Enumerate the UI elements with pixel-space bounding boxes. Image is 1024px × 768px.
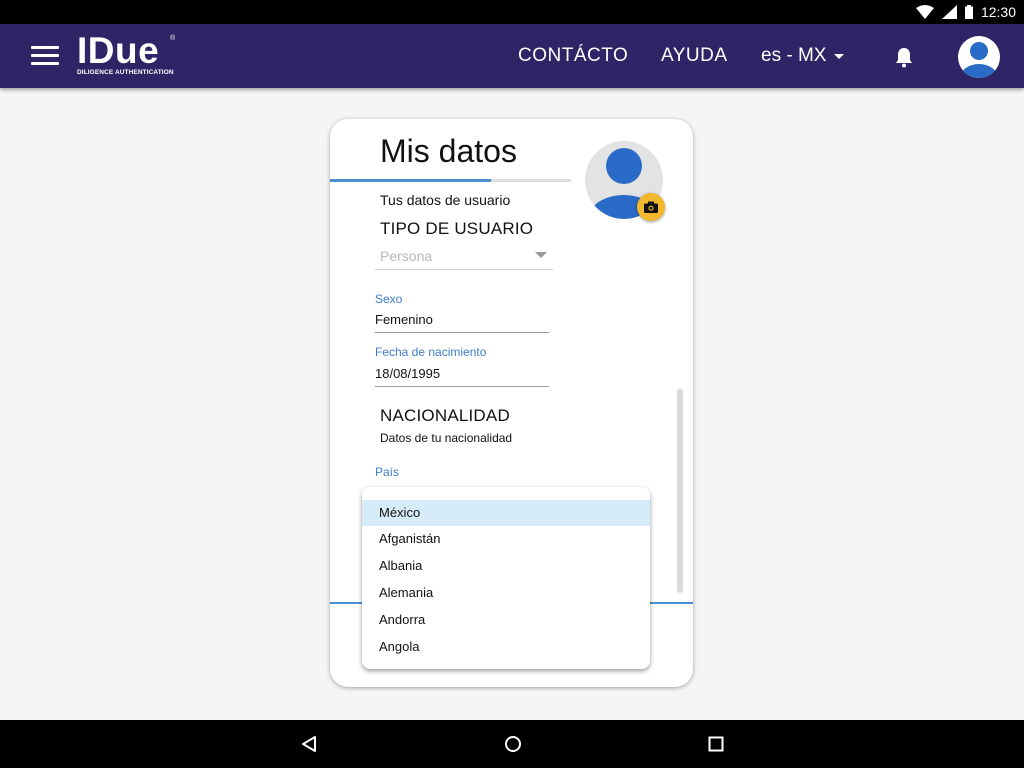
section-divider-left [330, 602, 362, 604]
status-icons: 12:30 [915, 0, 1016, 24]
app-bar: IDue ® DILIGENCE AUTHENTICATION CONTÁCTO… [0, 24, 1024, 88]
back-icon[interactable] [297, 732, 321, 756]
chevron-down-icon [834, 53, 845, 59]
camera-button[interactable] [637, 193, 665, 221]
page-title: Mis datos [380, 133, 517, 169]
status-time: 12:30 [980, 4, 1016, 20]
user-type-select[interactable]: Persona [375, 244, 553, 270]
user-avatar-icon[interactable] [958, 36, 1000, 78]
home-icon[interactable] [501, 732, 525, 756]
sex-label: Sexo [375, 292, 403, 306]
logo-name: IDue [77, 30, 160, 71]
help-link[interactable]: AYUDA [661, 24, 728, 88]
progress-bar [330, 179, 571, 182]
progress-fill [330, 179, 492, 182]
signal-icon [941, 5, 957, 19]
user-type-title: TIPO DE USUARIO [380, 219, 534, 238]
language-label: es - MX [761, 45, 827, 66]
card-subtitle: Tus datos de usuario [380, 192, 511, 208]
contact-link[interactable]: CONTÁCTO [518, 24, 628, 88]
country-option[interactable]: Albania [362, 553, 650, 579]
idue-logo[interactable]: IDue ® DILIGENCE AUTHENTICATION [77, 30, 176, 77]
battery-icon [964, 5, 973, 19]
camera-icon [644, 201, 658, 213]
country-option[interactable]: Alemania [362, 580, 650, 606]
language-selector[interactable]: es - MX [761, 24, 845, 88]
birthdate-label: Fecha de nacimiento [375, 345, 487, 359]
wifi-icon [915, 5, 934, 19]
status-bar: 12:30 [0, 0, 1024, 24]
menu-icon[interactable] [31, 46, 59, 66]
sex-field[interactable]: Femenino [375, 312, 549, 333]
nationality-title: NACIONALIDAD [380, 406, 510, 425]
country-option[interactable]: Angola [362, 634, 650, 660]
country-option[interactable]: Afganistán [362, 526, 650, 552]
section-divider-right [650, 602, 693, 604]
chevron-down-icon [535, 252, 547, 258]
country-label: País [375, 465, 400, 479]
logo-registered-mark: ® [170, 35, 176, 42]
country-option[interactable]: Andorra [362, 607, 650, 633]
logo-tagline: DILIGENCE AUTHENTICATION [77, 69, 174, 76]
user-type-placeholder: Persona [380, 248, 433, 264]
country-option[interactable]: México [362, 500, 650, 526]
birthdate-field[interactable]: 18/08/1995 [375, 366, 549, 387]
nationality-subtitle: Datos de tu nacionalidad [380, 431, 513, 445]
bell-icon[interactable] [893, 46, 915, 68]
system-nav-bar [0, 720, 1024, 768]
scrollbar[interactable] [677, 389, 683, 593]
recents-icon[interactable] [704, 732, 728, 756]
country-dropdown[interactable]: México Afganistán Albania Alemania Andor… [362, 487, 650, 669]
